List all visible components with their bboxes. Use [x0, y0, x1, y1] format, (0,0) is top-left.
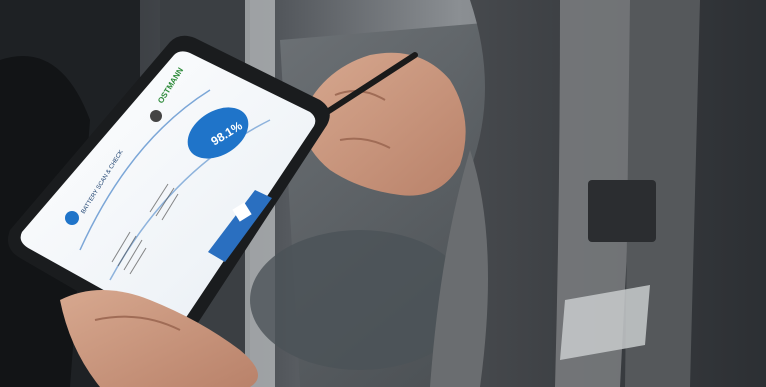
photo-scene: 98.1% BATTERY SCAN & CHECK OSTMANN — [0, 0, 766, 387]
tablet-photo: 98.1% BATTERY SCAN & CHECK OSTMANN — [0, 0, 766, 387]
